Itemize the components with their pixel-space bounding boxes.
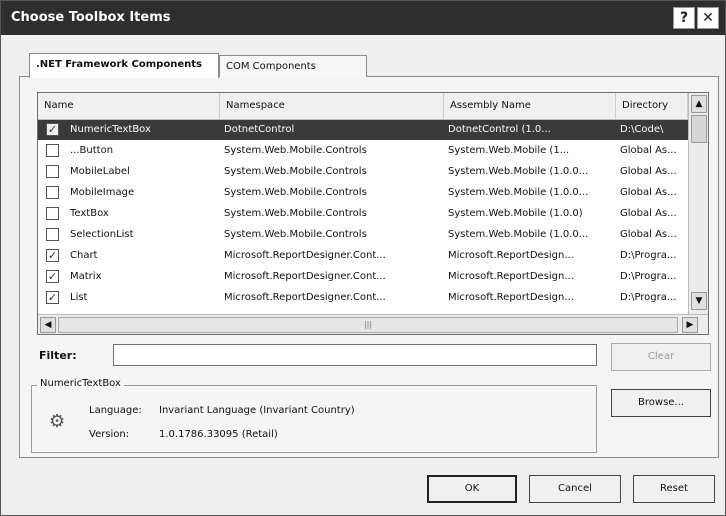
item-namespace: System.Web.Mobile.Controls — [224, 166, 367, 177]
item-namespace: System.Web.Mobile.Controls — [224, 229, 367, 240]
scroll-right-icon[interactable]: ▶ — [682, 317, 698, 333]
item-namespace: System.Web.Mobile.Controls — [224, 145, 367, 156]
item-checkbox[interactable] — [46, 207, 59, 220]
item-assembly: System.Web.Mobile (1.0.0... — [448, 187, 589, 198]
filter-input[interactable] — [113, 344, 597, 366]
column-header-namespace[interactable]: Namespace — [220, 93, 444, 119]
help-button[interactable]: ? — [673, 7, 695, 29]
version-value: 1.0.1786.33095 (Retail) — [159, 429, 278, 440]
item-directory: D:\Progra... — [620, 271, 677, 282]
item-assembly: System.Web.Mobile (1... — [448, 145, 570, 156]
item-directory: Global As... — [620, 208, 677, 219]
item-namespace: Microsoft.ReportDesigner.Cont... — [224, 271, 386, 282]
item-name: TextBox — [70, 208, 109, 219]
column-header-assembly[interactable]: Assembly Name — [444, 93, 616, 119]
reset-button[interactable]: Reset — [633, 475, 715, 503]
component-info-group — [31, 385, 597, 453]
item-checkbox[interactable]: ✓ — [46, 249, 59, 262]
item-directory: Global As... — [620, 229, 677, 240]
item-name: SelectionList — [70, 229, 134, 240]
dialog-window: Choose Toolbox Items ? ✕ .NET Framework … — [0, 0, 726, 516]
item-directory: Global As... — [620, 187, 677, 198]
vertical-scroll-thumb[interactable] — [691, 115, 707, 143]
item-checkbox[interactable] — [46, 144, 59, 157]
item-name: MobileLabel — [70, 166, 130, 177]
tab-com-components[interactable]: COM Components — [219, 55, 367, 77]
list-item[interactable]: ✓ NumericTextBox DotnetControl DotnetContro… — [38, 120, 688, 140]
list-item[interactable]: TextBox System.Web.Mobile.Controls System.… — [38, 204, 688, 224]
component-info-title: NumericTextBox — [37, 378, 124, 389]
scroll-down-icon[interactable]: ▼ — [691, 292, 707, 310]
language-value: Invariant Language (Invariant Country) — [159, 405, 355, 416]
cancel-button[interactable]: Cancel — [529, 475, 621, 503]
item-name: Chart — [70, 250, 98, 261]
item-name: NumericTextBox — [70, 124, 151, 135]
item-checkbox[interactable]: ✓ — [46, 270, 59, 283]
item-assembly: Microsoft.ReportDesign... — [448, 250, 574, 261]
item-assembly: Microsoft.ReportDesign... — [448, 292, 574, 303]
ok-button[interactable]: OK — [427, 475, 517, 503]
list-item[interactable]: ✓ Chart Microsoft.ReportDesigner.Cont... Mi… — [38, 246, 688, 266]
dialog-title: Choose Toolbox Items — [11, 10, 171, 25]
language-label: Language: — [89, 405, 142, 416]
item-directory: Global As... — [620, 145, 677, 156]
item-namespace: Microsoft.ReportDesigner.Cont... — [224, 292, 386, 303]
item-assembly: DotnetControl (1.0... — [448, 124, 551, 135]
scroll-left-icon[interactable]: ◀ — [40, 317, 56, 333]
title-bar: Choose Toolbox Items ? ✕ — [1, 1, 725, 35]
item-checkbox[interactable]: ✓ — [46, 123, 59, 136]
item-namespace: System.Web.Mobile.Controls — [224, 208, 367, 219]
clear-button[interactable]: Clear — [611, 343, 711, 371]
item-assembly: System.Web.Mobile (1.0.0... — [448, 166, 589, 177]
item-name: ...Button — [70, 145, 114, 156]
item-name: List — [70, 292, 88, 303]
item-checkbox[interactable] — [46, 165, 59, 178]
list-item[interactable]: ✓ Matrix Microsoft.ReportDesigner.Cont... M… — [38, 267, 688, 287]
list-item[interactable]: SelectionList System.Web.Mobile.Controls S… — [38, 225, 688, 245]
list-item[interactable]: MobileLabel System.Web.Mobile.Controls Sys… — [38, 162, 688, 182]
horizontal-scroll-thumb[interactable]: ||| — [58, 317, 678, 333]
horizontal-scrollbar[interactable]: ◀ ||| ▶ — [38, 314, 708, 334]
list-item[interactable]: ✓ List Microsoft.ReportDesigner.Cont... Mic… — [38, 288, 688, 308]
item-namespace: DotnetControl — [224, 124, 295, 135]
item-namespace: Microsoft.ReportDesigner.Cont... — [224, 250, 386, 261]
scroll-up-icon[interactable]: ▲ — [691, 95, 707, 113]
item-directory: Global As... — [620, 166, 677, 177]
item-checkbox[interactable]: ✓ — [46, 291, 59, 304]
filter-label: Filter: — [39, 349, 77, 362]
components-list[interactable]: Name Namespace Assembly Name Directory ✓… — [37, 92, 709, 335]
list-item[interactable]: MobileImage System.Web.Mobile.Controls Sys… — [38, 183, 688, 203]
item-assembly: System.Web.Mobile (1.0.0) — [448, 208, 583, 219]
version-label: Version: — [89, 429, 130, 440]
browse-button[interactable]: Browse... — [611, 389, 711, 417]
item-directory: D:\Code\ — [620, 124, 664, 135]
item-assembly: Microsoft.ReportDesign... — [448, 271, 574, 282]
component-gear-icon: ⚙ — [49, 411, 66, 432]
column-header-name[interactable]: Name — [38, 93, 220, 119]
list-item[interactable]: ...Button System.Web.Mobile.Controls Syste… — [38, 141, 688, 161]
item-directory: D:\Progra... — [620, 250, 677, 261]
item-assembly: System.Web.Mobile (1.0.0... — [448, 229, 589, 240]
list-header: Name Namespace Assembly Name Directory — [38, 93, 688, 120]
item-checkbox[interactable] — [46, 228, 59, 241]
item-namespace: System.Web.Mobile.Controls — [224, 187, 367, 198]
column-header-directory[interactable]: Directory — [616, 93, 688, 119]
close-button[interactable]: ✕ — [697, 7, 719, 29]
tab-dotnet-components[interactable]: .NET Framework Components — [29, 53, 219, 78]
item-name: Matrix — [70, 271, 102, 282]
item-checkbox[interactable] — [46, 186, 59, 199]
item-name: MobileImage — [70, 187, 135, 198]
item-directory: D:\Progra... — [620, 292, 677, 303]
vertical-scrollbar[interactable]: ▲ ▼ — [688, 93, 708, 314]
